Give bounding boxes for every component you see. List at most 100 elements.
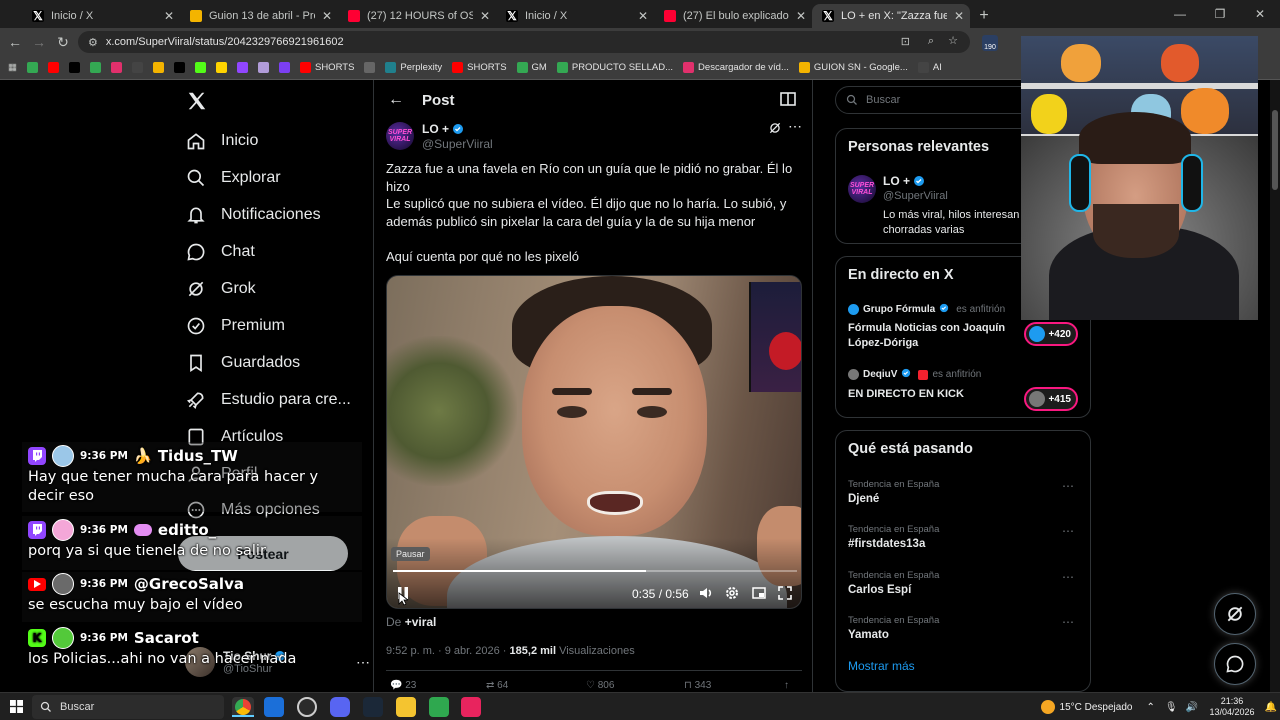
site-info-icon[interactable]: ⚙ — [88, 36, 98, 49]
browser-tab-6-active[interactable]: 𝕏LO + en X: "Zazza fue a una✕ — [812, 4, 970, 28]
windows-start-icon[interactable] — [10, 700, 23, 713]
author-name[interactable]: LO + — [422, 122, 449, 136]
nav-item-guardados[interactable]: Guardados — [185, 350, 300, 376]
settings-gear-icon[interactable] — [724, 585, 740, 601]
back-arrow-icon[interactable]: ← — [388, 91, 404, 109]
forward-arrow-icon[interactable]: → — [27, 30, 51, 54]
apps-grid-icon[interactable]: ▦ — [4, 58, 21, 78]
video-player[interactable]: Pausar 0:35 / 0:56 — [386, 275, 802, 609]
browser-tab-5[interactable]: (27) El bulo explicado. - YouTub✕ — [654, 4, 812, 28]
author-avatar[interactable]: SUPER VIRAL — [848, 175, 876, 203]
app-taskbar-icon[interactable] — [429, 697, 449, 717]
bookmark-12[interactable] — [254, 58, 273, 78]
grok-icon[interactable] — [768, 121, 782, 135]
microphone-icon[interactable]: 🎙 — [1165, 702, 1178, 713]
browser-tab-2[interactable]: Guion 13 de abril - Presentacio✕ — [180, 4, 338, 28]
reply-button[interactable]: 💬 23 — [390, 680, 416, 691]
fullscreen-icon[interactable] — [777, 585, 793, 601]
bookmark-perplexity[interactable]: Perplexity — [381, 58, 446, 78]
share-icon[interactable]: ↑ — [784, 680, 789, 691]
tray-chevron-icon[interactable]: ⌃ — [1146, 702, 1154, 713]
bookmark-guion[interactable]: GUION SN - Google... — [795, 58, 912, 78]
close-tab-icon[interactable]: ✕ — [954, 9, 964, 23]
browser-tab-4[interactable]: 𝕏 Inicio / X ✕ — [496, 4, 654, 28]
bookmark-star-icon[interactable]: ☆ — [948, 34, 958, 47]
trend-item[interactable]: Tendencia en España Djené ⋯ — [848, 479, 1080, 505]
x-logo-icon[interactable] — [186, 90, 208, 112]
nav-item-notificaciones[interactable]: Notificaciones — [185, 202, 321, 228]
more-icon[interactable]: ⋯ — [788, 118, 802, 135]
new-tab-plus-icon[interactable]: + — [970, 4, 998, 28]
page-scrollbar[interactable] — [1270, 80, 1280, 692]
close-tab-icon[interactable]: ✕ — [638, 9, 648, 23]
volume-icon[interactable] — [698, 585, 714, 601]
live-title-1[interactable]: Fórmula Noticias con Joaquín López-Dórig… — [848, 321, 1023, 351]
bookmark-6[interactable] — [128, 58, 147, 78]
picture-in-picture-icon[interactable] — [751, 585, 767, 601]
tiktok-taskbar-icon[interactable] — [461, 697, 481, 717]
browser-tab-3[interactable]: (27) 12 HOURS of OSRS mu✕ — [338, 4, 496, 28]
bookmark-shorts-2[interactable]: SHORTS — [448, 58, 510, 78]
bookmark-3[interactable] — [65, 58, 84, 78]
bookmark-7[interactable] — [149, 58, 168, 78]
nav-item-premium[interactable]: Premium — [185, 313, 285, 339]
maximize-icon[interactable]: ❐ — [1200, 0, 1240, 28]
close-tab-icon[interactable]: ✕ — [322, 9, 332, 23]
nav-item-explorar[interactable]: Explorar — [185, 165, 281, 191]
bookmark-2[interactable] — [44, 58, 63, 78]
notification-bell-icon[interactable]: 🔔 — [1262, 702, 1280, 713]
close-tab-icon[interactable]: ✕ — [164, 9, 174, 23]
outlook-taskbar-icon[interactable] — [264, 697, 284, 717]
extension-badge[interactable]: 190 — [982, 35, 998, 51]
chrome-taskbar-icon[interactable] — [232, 697, 254, 717]
reader-mode-icon[interactable] — [780, 92, 796, 106]
close-tab-icon[interactable]: ✕ — [796, 9, 806, 23]
address-bar[interactable]: ⚙ x.com/SuperViiral/status/2042329766921… — [78, 31, 970, 53]
bookmark-5[interactable] — [107, 58, 126, 78]
taskbar-search[interactable]: Buscar — [32, 695, 224, 719]
discord-taskbar-icon[interactable] — [330, 697, 350, 717]
nav-item-estudio[interactable]: Estudio para cre... — [185, 387, 351, 413]
more-icon[interactable]: ⋯ — [1062, 615, 1074, 629]
steam-taskbar-icon[interactable] — [363, 697, 383, 717]
install-app-icon[interactable]: ⊡ — [901, 35, 910, 48]
weather-text[interactable]: 15°C Despejado — [1060, 702, 1133, 713]
bookmark-15[interactable] — [360, 58, 379, 78]
author-avatar[interactable]: SUPER VIRAL — [386, 122, 414, 150]
show-more-link[interactable]: Mostrar más — [848, 659, 915, 673]
clock[interactable]: 21:36 13/04/2026 — [1202, 696, 1262, 718]
relevant-name[interactable]: LO + — [883, 174, 910, 188]
nav-item-chat[interactable]: Chat — [185, 239, 255, 265]
nav-item-inicio[interactable]: Inicio — [185, 128, 258, 154]
messages-floating-button[interactable] — [1214, 643, 1256, 685]
bookmark-descargador[interactable]: Descargador de víd... — [679, 58, 793, 78]
more-icon[interactable]: ⋯ — [1062, 570, 1074, 584]
live-title-2[interactable]: EN DIRECTO EN KICK — [848, 387, 1023, 402]
repost-button[interactable]: ⇄ 64 — [486, 680, 508, 691]
reload-icon[interactable]: ↻ — [51, 30, 75, 54]
bookmark-button[interactable]: ⊓ 343 — [684, 680, 711, 691]
trend-item[interactable]: Tendencia en España Yamato ⋯ — [848, 615, 1080, 641]
bookmark-11[interactable] — [233, 58, 252, 78]
bookmark-4[interactable] — [86, 58, 105, 78]
bookmark-13[interactable] — [275, 58, 294, 78]
bookmark-producto[interactable]: PRODUCTO SELLAD... — [553, 58, 677, 78]
minimize-icon[interactable]: — — [1160, 0, 1200, 28]
close-window-icon[interactable]: ✕ — [1240, 0, 1280, 28]
file-explorer-taskbar-icon[interactable] — [396, 697, 416, 717]
grok-floating-button[interactable] — [1214, 593, 1256, 635]
bookmark-shorts[interactable]: SHORTS — [296, 58, 358, 78]
zoom-icon[interactable]: ⌕ — [928, 35, 934, 48]
bookmark-1[interactable] — [23, 58, 42, 78]
bookmark-ai[interactable]: AI — [914, 58, 946, 78]
live-listeners-pill-1[interactable]: +420 — [1024, 322, 1078, 346]
trend-item[interactable]: Tendencia en España #firstdates13a ⋯ — [848, 524, 1080, 550]
back-arrow-icon[interactable]: ← — [3, 30, 27, 54]
more-icon[interactable]: ⋯ — [1062, 479, 1074, 493]
bookmark-10[interactable] — [212, 58, 231, 78]
live-host-1[interactable]: Grupo Fórmula es anfitrión — [848, 303, 1005, 316]
volume-icon[interactable]: 🔊 — [1186, 702, 1198, 713]
browser-tab-1[interactable]: 𝕏 Inicio / X ✕ — [22, 4, 180, 28]
via-link[interactable]: +viral — [405, 615, 437, 629]
bookmark-8[interactable] — [170, 58, 189, 78]
